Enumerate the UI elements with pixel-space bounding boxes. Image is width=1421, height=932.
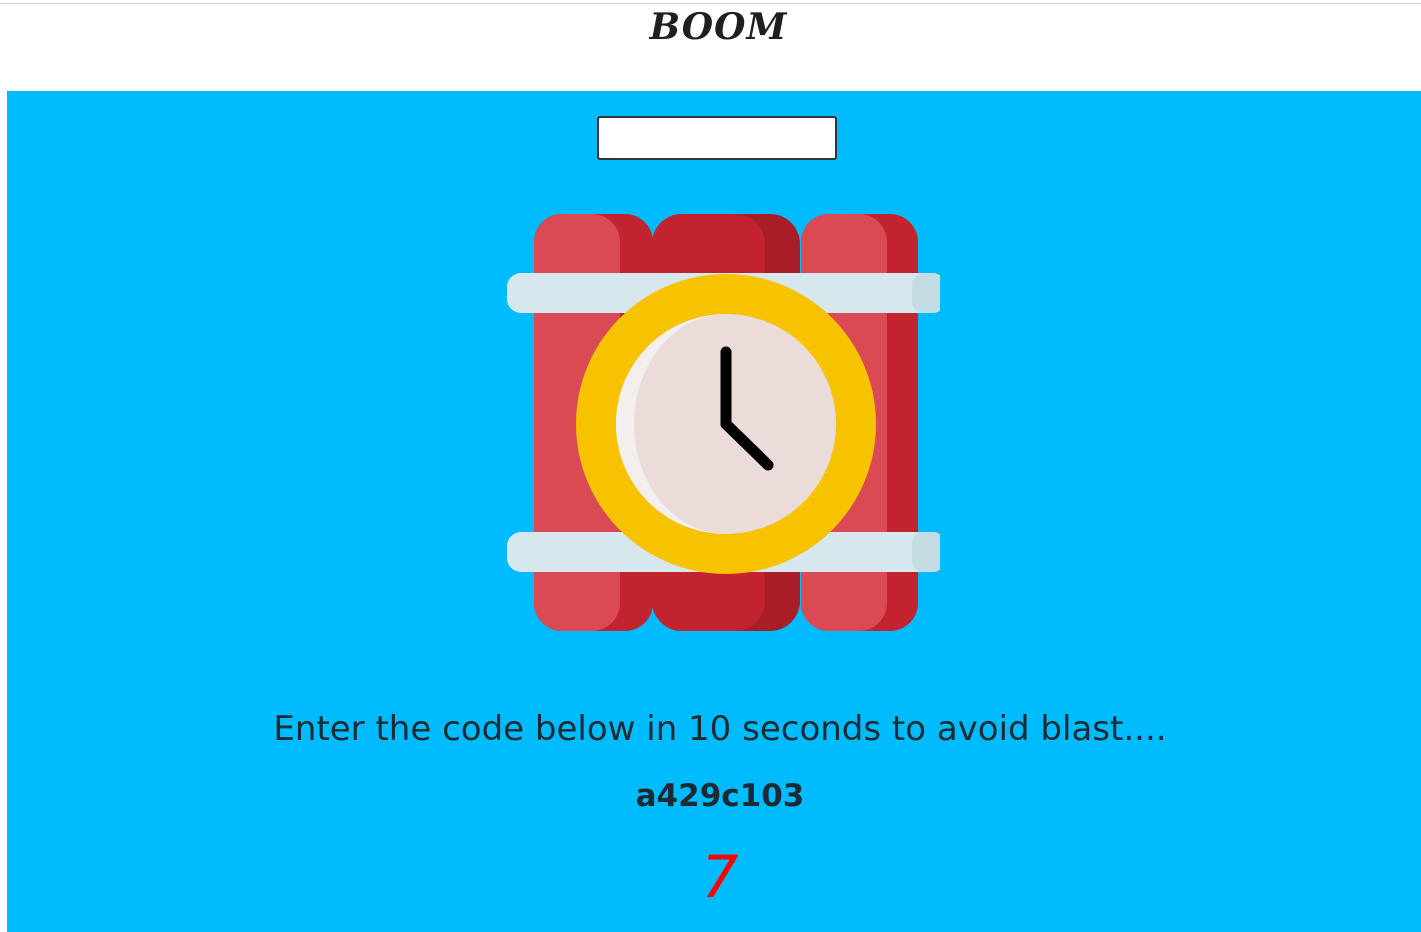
game-panel: Enter the code below in 10 seconds to av…	[7, 91, 1421, 932]
countdown-timer: 7	[701, 843, 739, 911]
code-input[interactable]	[597, 116, 837, 160]
clock-icon	[576, 274, 876, 574]
top-divider	[0, 3, 1421, 4]
instruction-text: Enter the code below in 10 seconds to av…	[273, 709, 1167, 749]
secret-code: a429c103	[635, 778, 805, 814]
page-title: BOOM	[649, 6, 788, 48]
dynamite-timer-icon	[507, 214, 940, 631]
